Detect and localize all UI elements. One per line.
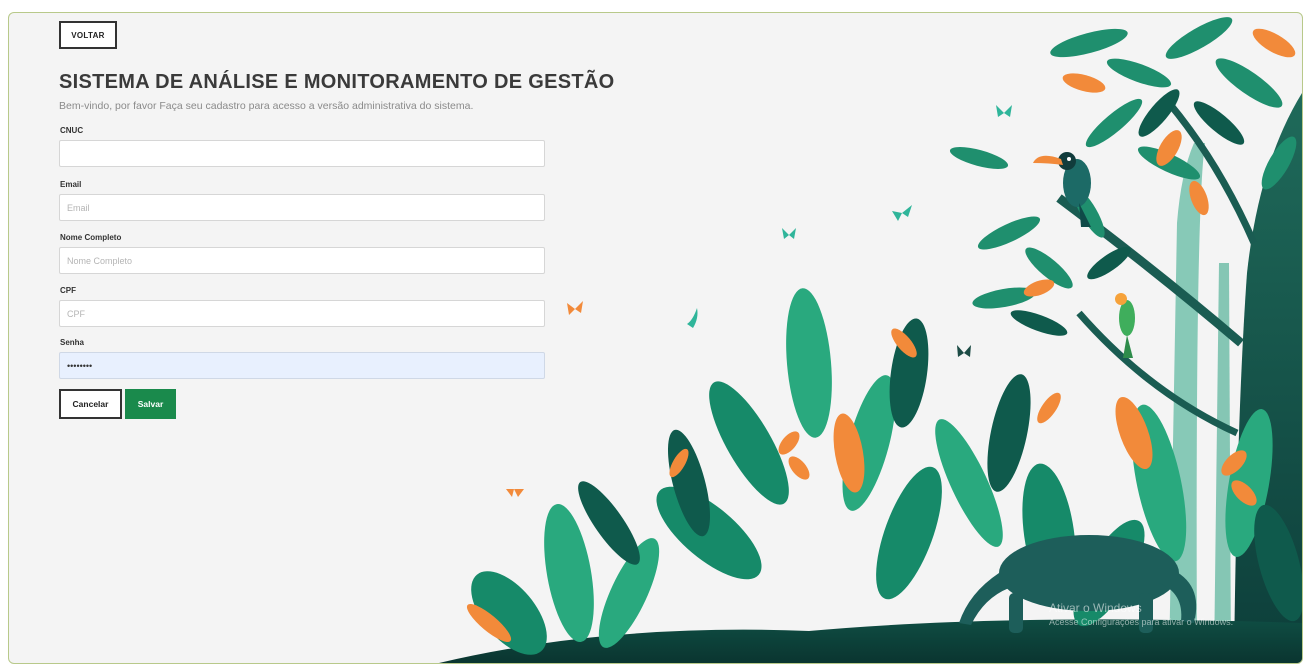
watermark-line-1: Ativar o Windows — [1049, 601, 1142, 615]
windows-activation-watermark: Ativar o Windows Acesse Configurações pa… — [1049, 601, 1233, 627]
password-label: Senha — [60, 338, 85, 347]
cnuc-field[interactable] — [59, 140, 545, 167]
cnuc-label: CNUC — [60, 126, 84, 135]
email-field[interactable] — [59, 194, 545, 221]
save-button[interactable]: Salvar — [125, 389, 176, 419]
watermark-line-2: Acesse Configurações para ativar o Windo… — [1049, 617, 1234, 627]
full-name-field[interactable] — [59, 247, 545, 274]
page-container: Ativar o Windows Acesse Configurações pa… — [8, 12, 1303, 664]
cpf-field[interactable] — [59, 300, 545, 327]
cpf-label: CPF — [60, 286, 76, 295]
password-field[interactable] — [59, 352, 545, 379]
page-subtitle: Bem-vindo, por favor Faça seu cadastro p… — [59, 100, 474, 112]
page-title: SISTEMA DE ANÁLISE E MONITORAMENTO DE GE… — [59, 71, 615, 93]
email-label: Email — [60, 180, 82, 189]
back-button[interactable]: VOLTAR — [59, 21, 117, 49]
full-name-label: Nome Completo — [60, 233, 122, 242]
cancel-button[interactable]: Cancelar — [59, 389, 122, 419]
